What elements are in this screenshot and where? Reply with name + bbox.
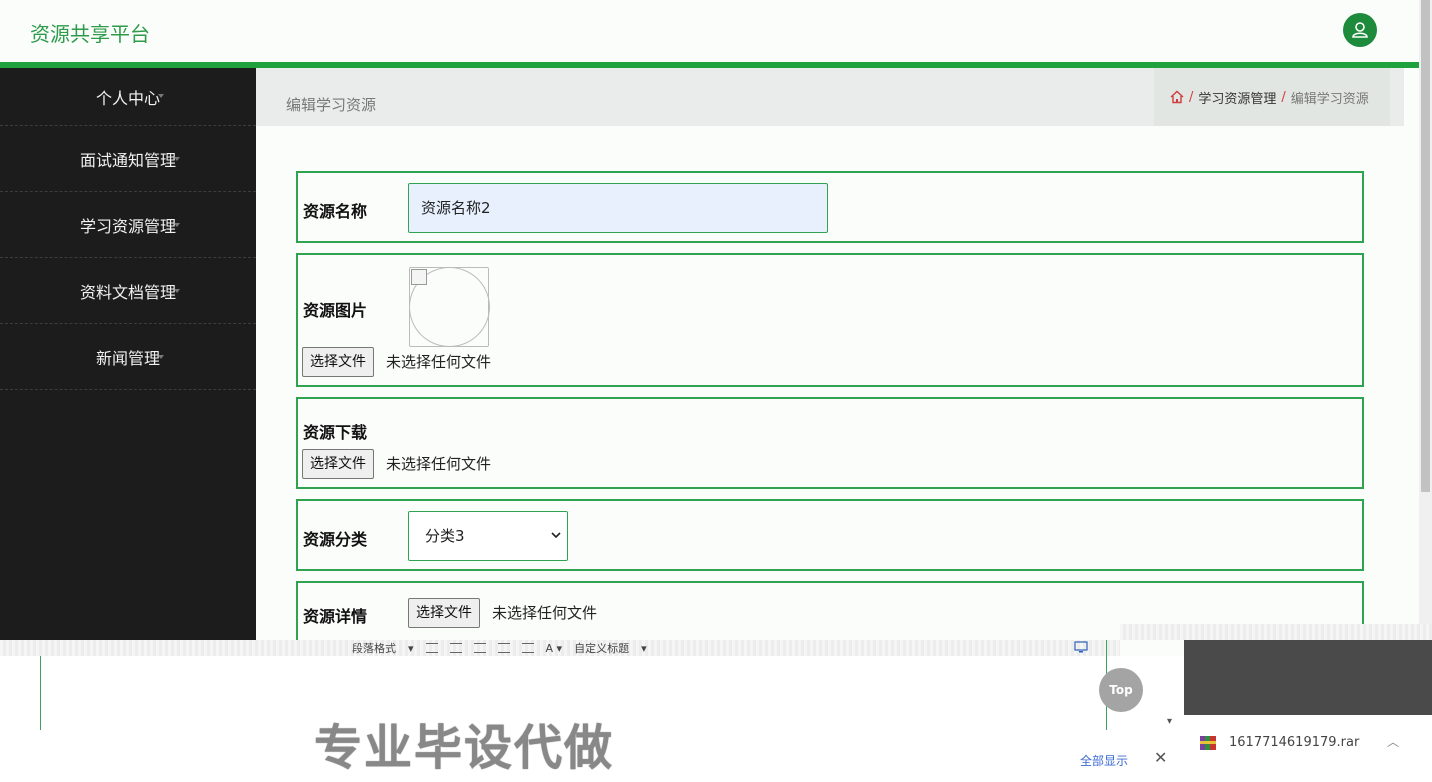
- resource-image-file-status: 未选择任何文件: [386, 353, 492, 371]
- editor-border-left: [40, 656, 41, 730]
- sidebar: 个人中心 面试通知管理 学习资源管理 资料文档管理 新闻管理: [0, 68, 256, 640]
- breadcrumb: / 学习资源管理 / 编辑学习资源: [1154, 68, 1390, 126]
- back-to-top-button[interactable]: Top: [1099, 668, 1143, 712]
- sidebar-item-documents[interactable]: 资料文档管理: [0, 258, 256, 324]
- resource-image-label: 资源图片: [303, 301, 368, 320]
- align-right-icon[interactable]: [473, 643, 486, 653]
- form-row-resource-download: 资源下载 选择文件 未选择任何文件: [296, 397, 1364, 489]
- resource-detail-file-status: 未选择任何文件: [492, 604, 598, 622]
- download-file-name[interactable]: 1617714619179.rar: [1229, 735, 1359, 750]
- custom-title-dropdown[interactable]: 自定义标题: [574, 640, 629, 656]
- resource-download-label: 资源下载: [303, 423, 368, 442]
- resource-detail-choose-file-button[interactable]: 选择文件: [408, 598, 480, 628]
- resource-category-label: 资源分类: [303, 530, 368, 549]
- user-avatar-button[interactable]: [1343, 13, 1377, 47]
- resource-category-select[interactable]: 分类3: [408, 511, 568, 561]
- resource-image-choose-file-button[interactable]: 选择文件: [302, 347, 374, 377]
- table-icon[interactable]: [425, 643, 438, 653]
- watermark-text: 专业毕设代做: [314, 720, 615, 776]
- show-all-downloads-link[interactable]: 全部显示: [1080, 752, 1128, 769]
- align-center-icon[interactable]: [497, 643, 510, 653]
- sidebar-item-learning-resources[interactable]: 学习资源管理: [0, 192, 256, 258]
- monitor-icon[interactable]: [1074, 641, 1088, 653]
- caret-down-icon: [158, 94, 164, 98]
- sidebar-item-label: 资料文档管理: [79, 282, 176, 302]
- overlay-dark-panel: [1184, 640, 1432, 715]
- home-icon[interactable]: [1170, 90, 1184, 104]
- user-icon: [1352, 22, 1368, 38]
- align-justify-icon[interactable]: [521, 643, 534, 653]
- caret-down-icon: [174, 289, 180, 293]
- chevron-up-icon[interactable]: ︿: [1387, 733, 1399, 750]
- page-header-bar: 编辑学习资源 / 学习资源管理 / 编辑学习资源: [256, 68, 1404, 126]
- caret-down-icon: [174, 157, 180, 161]
- resource-name-label: 资源名称: [303, 202, 368, 221]
- breadcrumb-current: 编辑学习资源: [1290, 91, 1369, 107]
- rar-file-icon: [1200, 736, 1216, 750]
- chevron-down-icon: [551, 532, 561, 539]
- breadcrumb-separator: /: [1189, 89, 1194, 105]
- editor-toolbar: 段落格式 ▾ A ▾ 自定义标题 ▾: [352, 640, 647, 656]
- paragraph-format-dropdown[interactable]: 段落格式: [352, 640, 396, 656]
- sidebar-item-label: 新闻管理: [95, 348, 160, 368]
- broken-image-icon: [411, 269, 427, 285]
- form-row-resource-category: 资源分类 分类3: [296, 499, 1364, 571]
- breadcrumb-separator: /: [1281, 89, 1286, 105]
- brand-title: 资源共享平台: [30, 22, 150, 46]
- caret-down-icon: ▾: [408, 641, 414, 655]
- page-title: 编辑学习资源: [286, 96, 377, 114]
- editor-toolbar-strip-right: [1120, 624, 1432, 640]
- category-selected-value: 分类3: [425, 527, 465, 545]
- top-header: 资源共享平台: [0, 0, 1419, 62]
- sidebar-item-interview-notice[interactable]: 面试通知管理: [0, 126, 256, 192]
- breadcrumb-parent-link[interactable]: 学习资源管理: [1198, 88, 1276, 107]
- caret-down-icon: [158, 355, 164, 359]
- caret-down-icon: [174, 223, 180, 227]
- sidebar-item-label: 学习资源管理: [79, 216, 176, 236]
- sidebar-item-label: 个人中心: [95, 88, 160, 108]
- align-left-icon[interactable]: [449, 643, 462, 653]
- resource-detail-label: 资源详情: [303, 607, 368, 626]
- resource-download-file-status: 未选择任何文件: [386, 455, 492, 473]
- sidebar-item-label: 面试通知管理: [79, 150, 176, 170]
- caret-down-icon: ▾: [641, 641, 647, 655]
- sidebar-item-personal-center[interactable]: 个人中心: [0, 68, 256, 126]
- font-color-icon[interactable]: A ▾: [546, 642, 563, 655]
- caret-down-icon: ▾: [1167, 716, 1173, 727]
- form-row-resource-image: 资源图片 选择文件 未选择任何文件: [296, 253, 1364, 387]
- resource-name-input[interactable]: 资源名称2: [408, 183, 828, 233]
- close-download-bar-button[interactable]: ✕: [1154, 748, 1167, 767]
- resource-download-choose-file-button[interactable]: 选择文件: [302, 449, 374, 479]
- page-scrollbar-thumb[interactable]: [1421, 0, 1430, 492]
- sidebar-item-news[interactable]: 新闻管理: [0, 324, 256, 390]
- form-row-resource-name: 资源名称 资源名称2: [296, 171, 1364, 243]
